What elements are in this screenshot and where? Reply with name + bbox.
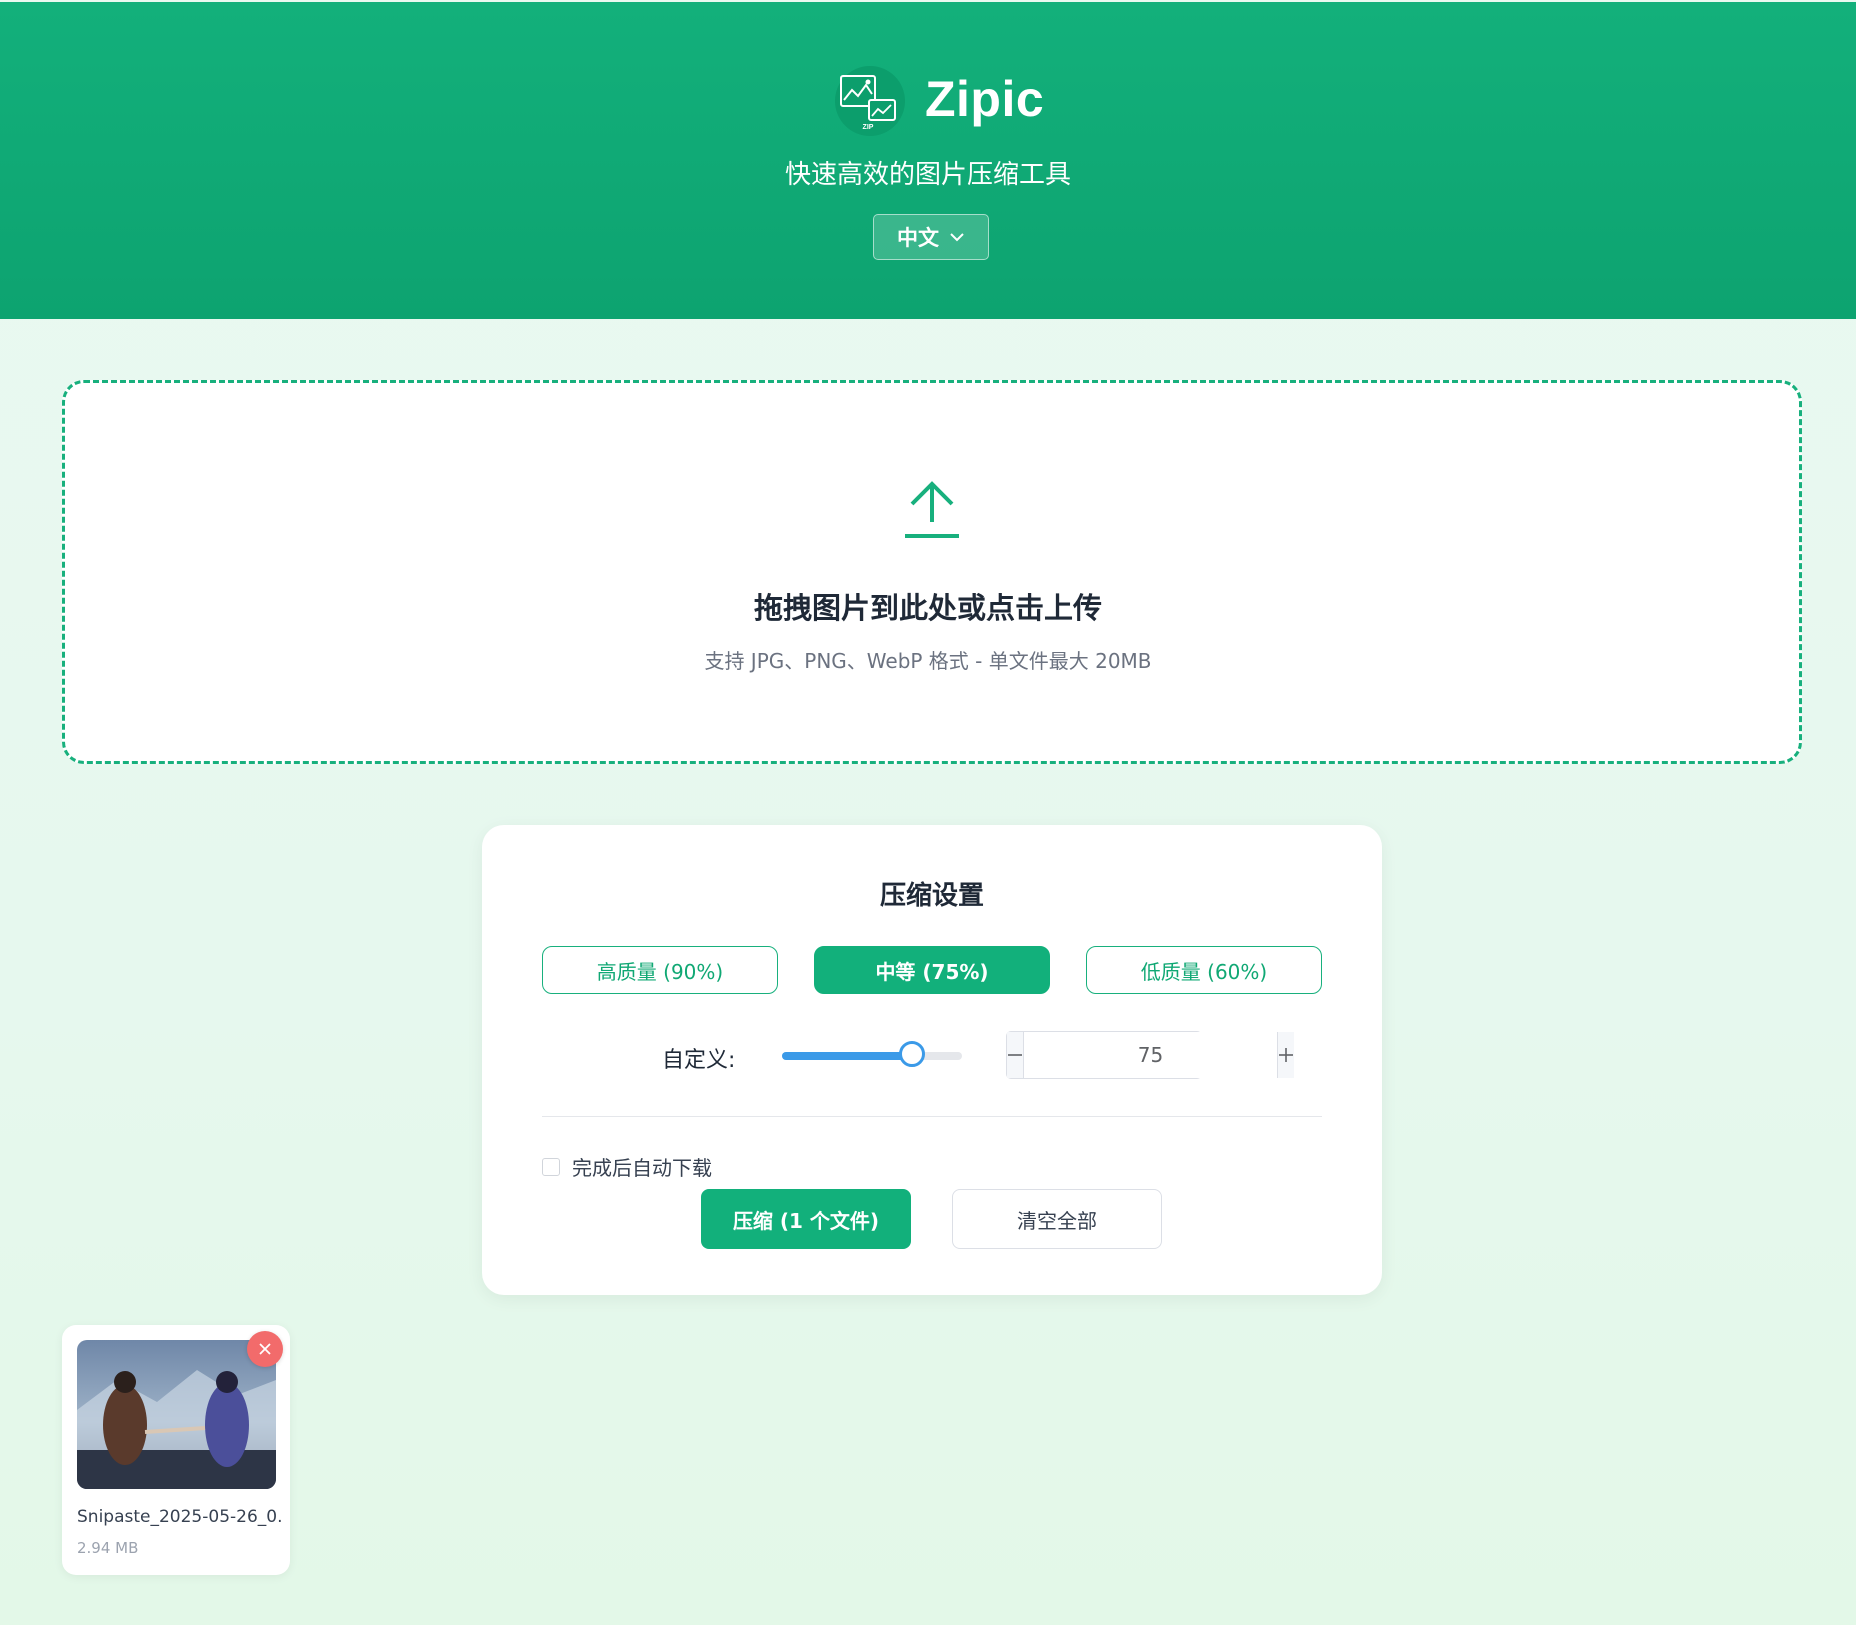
quality-stepper (1006, 1031, 1294, 1079)
decrement-button[interactable] (1007, 1032, 1024, 1078)
close-icon (259, 1343, 271, 1355)
file-thumbnail (77, 1340, 276, 1489)
plus-icon (1279, 1048, 1293, 1062)
remove-file-button[interactable] (247, 1331, 283, 1367)
dropzone-title: 拖拽图片到此处或点击上传 (753, 591, 1102, 625)
custom-quality-label: 自定义: (662, 1048, 736, 1073)
auto-download-checkbox[interactable] (542, 1157, 560, 1176)
dropzone-hint: 支持 JPG、PNG、WebP 格式 - 单文件最大 20MB (704, 649, 1152, 673)
upload-icon (905, 481, 959, 538)
file-name: Snipaste_2025-05-26_0... (77, 1507, 282, 1527)
preset-low-quality-button[interactable]: 低质量 (60%) (1086, 946, 1322, 994)
auto-download-label: 完成后自动下载 (572, 1156, 712, 1180)
app-header: ZIP Zipic 快速高效的图片压缩工具 中文 (0, 2, 1856, 319)
auto-download-option[interactable]: 完成后自动下载 (542, 1152, 712, 1181)
app-logo: ZIP (835, 66, 905, 136)
settings-title: 压缩设置 (879, 881, 984, 911)
divider (542, 1116, 1322, 1117)
compress-button-label: 压缩 (1 个文件) (732, 1208, 880, 1233)
clear-all-button[interactable]: 清空全部 (952, 1189, 1162, 1249)
compression-settings-card: 压缩设置 高质量 (90%) 中等 (75%) 低质量 (60%) 自定义: 完… (482, 825, 1382, 1295)
app-subtitle: 快速高效的图片压缩工具 (784, 160, 1071, 190)
clear-all-button-label: 清空全部 (1017, 1208, 1097, 1233)
chevron-down-icon (950, 233, 964, 242)
preset-high-quality-button[interactable]: 高质量 (90%) (542, 946, 778, 994)
minus-icon (1008, 1054, 1022, 1056)
preset-label: 低质量 (60%) (1140, 959, 1268, 984)
preset-label: 中等 (75%) (875, 959, 989, 984)
app-name: Zipic (925, 71, 1045, 127)
quality-input[interactable] (1024, 1032, 1277, 1078)
preset-medium-button[interactable]: 中等 (75%) (814, 946, 1050, 994)
file-card: Snipaste_2025-05-26_0... 2.94 MB (62, 1325, 290, 1575)
quality-slider-fill (782, 1052, 912, 1060)
preset-label: 高质量 (90%) (596, 959, 724, 984)
increment-button[interactable] (1277, 1032, 1294, 1078)
upload-dropzone[interactable] (62, 380, 1802, 764)
language-label: 中文 (897, 226, 939, 250)
language-select[interactable]: 中文 (873, 214, 989, 260)
brand: ZIP Zipic (835, 66, 1044, 138)
compress-button[interactable]: 压缩 (1 个文件) (701, 1189, 911, 1249)
thumbnail-image (77, 1340, 276, 1489)
logo-text: ZIP (863, 124, 874, 131)
image-icon: ZIP (840, 75, 896, 131)
quality-slider-thumb[interactable] (898, 1041, 925, 1067)
file-size: 2.94 MB (77, 1539, 139, 1557)
quality-slider[interactable] (782, 1041, 962, 1067)
